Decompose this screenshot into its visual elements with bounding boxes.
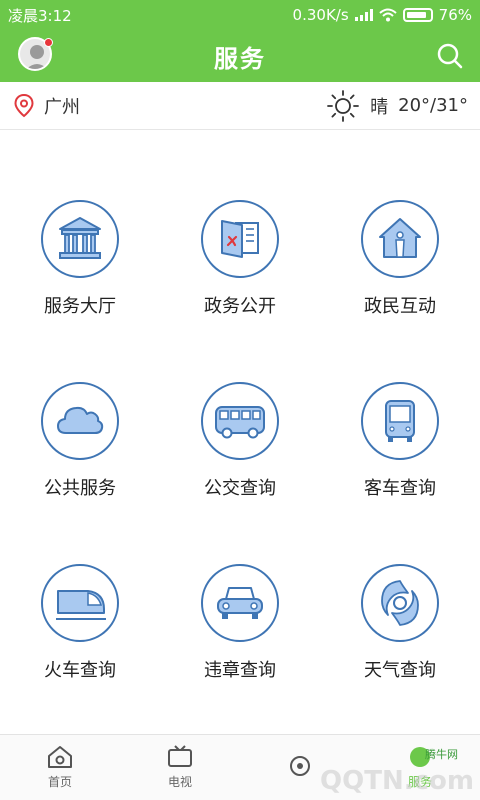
coach-icon — [385, 400, 415, 442]
net-speed: 0.30K/s — [292, 6, 349, 24]
service-label: 服务大厅 — [44, 296, 116, 317]
typhoon-icon — [381, 580, 419, 626]
icon-ring — [361, 564, 439, 642]
city-label: 广州 — [44, 96, 80, 118]
tv-icon — [168, 745, 192, 767]
page-title: 服务 — [214, 44, 266, 73]
service-item-bus[interactable]: 公交查询 — [160, 382, 320, 542]
icon-ring — [41, 200, 119, 278]
sun-icon — [327, 89, 360, 122]
service-label: 违章查询 — [204, 660, 276, 681]
service-item-violation[interactable]: 违章查询 — [160, 564, 320, 724]
public-affairs-icon — [221, 220, 259, 258]
battery-level: 76% — [438, 6, 472, 24]
service-item-public-service[interactable]: 公共服务 — [0, 382, 160, 542]
train-icon — [56, 590, 106, 620]
icon-ring — [41, 382, 119, 460]
service-item-coach[interactable]: 客车查询 — [320, 382, 480, 542]
home-icon — [48, 746, 72, 768]
service-label: 客车查询 — [364, 478, 436, 499]
status-time: 凌晨3:12 — [8, 6, 72, 25]
search-icon[interactable] — [436, 42, 464, 70]
title-bar: 服务 — [0, 30, 480, 82]
tab-tv[interactable]: 电视 — [120, 735, 240, 800]
temperature-range: 20°/31° — [398, 95, 468, 116]
service-item-weather[interactable]: 天气查询 — [320, 564, 480, 724]
icon-ring — [201, 382, 279, 460]
government-hall-icon — [59, 217, 101, 259]
bus-icon — [215, 406, 265, 439]
service-label: 火车查询 — [44, 660, 116, 681]
status-bar: 凌晨3:12 0.30K/s 76% — [0, 0, 480, 30]
watermark-small: 腾牛网 — [425, 748, 458, 761]
car-icon — [217, 587, 263, 619]
cloud-icon — [57, 406, 104, 434]
service-item-train[interactable]: 火车查询 — [0, 564, 160, 724]
service-label: 政务公开 — [204, 296, 276, 317]
service-item-hall[interactable]: 服务大厅 — [0, 200, 160, 360]
tab-label: 电视 — [167, 775, 192, 789]
service-item-interaction[interactable]: 政民互动 — [320, 200, 480, 360]
wifi-icon — [378, 8, 397, 22]
location-pin-icon — [14, 93, 34, 117]
tab-label: 首页 — [47, 775, 72, 789]
notification-dot — [44, 38, 53, 47]
watermark: QQTN.com — [320, 766, 474, 796]
tab-home[interactable]: 首页 — [0, 735, 120, 800]
status-right: 0.30K/s 76% — [293, 6, 472, 24]
service-label: 公交查询 — [204, 478, 276, 499]
icon-ring — [201, 564, 279, 642]
icon-ring — [201, 200, 279, 278]
icon-ring — [41, 564, 119, 642]
location-bar: 广州 晴 20°/31° — [0, 82, 480, 130]
service-item-public-affairs[interactable]: 政务公开 — [160, 200, 320, 360]
radio-icon — [290, 755, 310, 776]
service-label: 政民互动 — [364, 296, 436, 317]
service-grid: 服务大厅 政务公开 政民互动 公共服务 公交查询 客车查询 火车查询 违章查询 … — [0, 130, 480, 730]
weather-condition: 晴 — [370, 96, 389, 118]
signal-icon — [354, 9, 373, 21]
service-label: 天气查询 — [364, 660, 436, 681]
location-selector[interactable]: 广州 — [14, 93, 80, 119]
icon-ring — [361, 200, 439, 278]
service-label: 公共服务 — [44, 478, 116, 499]
battery-icon — [402, 8, 433, 22]
icon-ring — [361, 382, 439, 460]
weather-summary[interactable]: 晴 20°/31° — [326, 89, 468, 123]
citizen-interaction-icon — [379, 218, 421, 258]
